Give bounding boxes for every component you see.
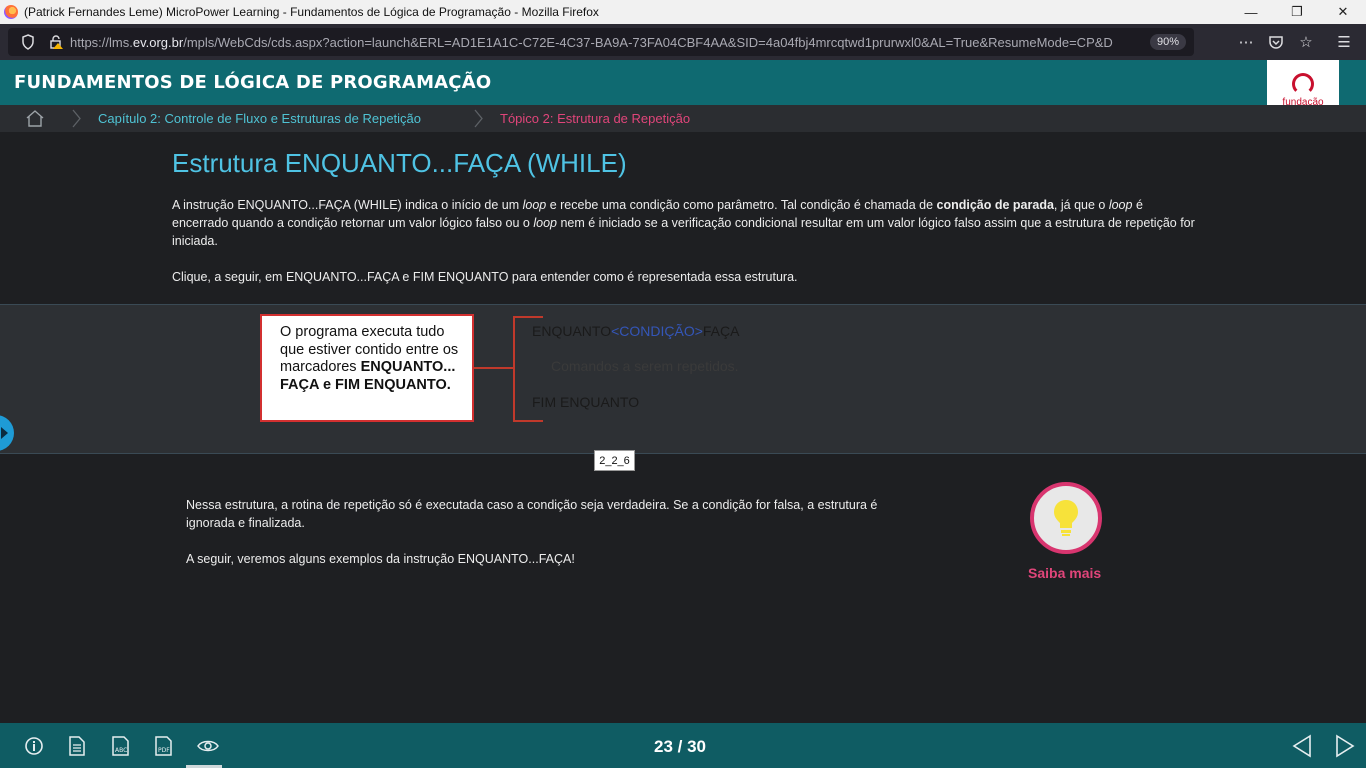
home-icon[interactable] <box>26 110 44 127</box>
saiba-mais-label[interactable]: Saiba mais <box>1028 565 1101 581</box>
svg-text:PDF: PDF <box>158 747 170 754</box>
pdf-icon[interactable]: PDF <box>153 736 175 756</box>
minimize-button[interactable]: — <box>1228 0 1274 24</box>
breadcrumb-separator-icon <box>474 109 483 128</box>
instruction-paragraph: Clique, a seguir, em ENQUANTO...FAÇA e F… <box>172 270 798 284</box>
bookmark-star-icon[interactable]: ☆ <box>1292 28 1320 56</box>
intro-paragraph: A instrução ENQUANTO...FAÇA (WHILE) indi… <box>172 198 1195 248</box>
code-comandos: Comandos a serem repetidos. <box>551 358 739 374</box>
info-icon[interactable] <box>24 736 46 756</box>
page-counter: 23 / 30 <box>654 737 706 756</box>
url-text[interactable]: https://lms.ev.org.br/mpls/WebCds/cds.as… <box>70 35 1150 50</box>
more-icon[interactable]: ⋯ <box>1232 28 1260 56</box>
code-enquanto-faca[interactable]: ENQUANTO<CONDIÇÃO>FAÇA <box>532 323 739 339</box>
breadcrumb-chapter[interactable]: Capítulo 2: Controle de Fluxo e Estrutur… <box>98 111 421 126</box>
callout-connector <box>474 367 514 369</box>
document-icon[interactable] <box>67 736 89 756</box>
explanation-callout: O programa executa tudo que estiver cont… <box>260 314 474 422</box>
lightbulb-icon <box>1054 500 1078 536</box>
shield-icon[interactable] <box>14 28 42 56</box>
svg-text:ABC: ABC <box>115 747 127 754</box>
pocket-icon[interactable] <box>1262 28 1290 56</box>
zoom-level[interactable]: 90% <box>1149 34 1186 50</box>
glossary-icon[interactable]: ABC <box>110 736 132 756</box>
condition-paragraph: Nessa estrutura, a rotina de repetição s… <box>186 498 878 530</box>
eye-icon[interactable] <box>197 736 219 756</box>
code-fim-enquanto[interactable]: FIM ENQUANTO <box>532 394 639 410</box>
page-heading: Estrutura ENQUANTO...FAÇA (WHILE) <box>172 148 627 178</box>
url-bar[interactable]: https://lms.ev.org.br/mpls/WebCds/cds.as… <box>8 28 1194 56</box>
course-title: FUNDAMENTOS DE LÓGICA DE PROGRAMAÇÃO <box>14 72 492 93</box>
previous-page-icon[interactable] <box>1291 734 1313 758</box>
restore-button[interactable]: ❐ <box>1274 0 1320 24</box>
breadcrumb: Capítulo 2: Controle de Fluxo e Estrutur… <box>0 105 1366 132</box>
window-title: (Patrick Fernandes Leme) MicroPower Lear… <box>24 5 599 19</box>
next-page-icon[interactable] <box>1334 734 1356 758</box>
examples-paragraph: A seguir, veremos alguns exemplos da ins… <box>186 552 575 566</box>
page-id-label: 2_2_6 <box>594 450 635 471</box>
firefox-icon <box>4 5 18 19</box>
menu-icon[interactable]: ☰ <box>1330 28 1358 56</box>
breadcrumb-separator-icon <box>72 109 81 128</box>
close-window-button[interactable]: ✕ <box>1320 0 1366 24</box>
browser-nav-bar: https://lms.ev.org.br/mpls/WebCds/cds.as… <box>0 24 1366 60</box>
insecure-lock-icon[interactable] <box>42 28 70 56</box>
window-title-bar: (Patrick Fernandes Leme) MicroPower Lear… <box>0 0 1366 24</box>
course-header: FUNDAMENTOS DE LÓGICA DE PROGRAMAÇÃO <box>0 60 1366 105</box>
bradesco-mark-icon <box>1292 73 1314 95</box>
breadcrumb-topic[interactable]: Tópico 2: Estrutura de Repetição <box>500 111 690 126</box>
